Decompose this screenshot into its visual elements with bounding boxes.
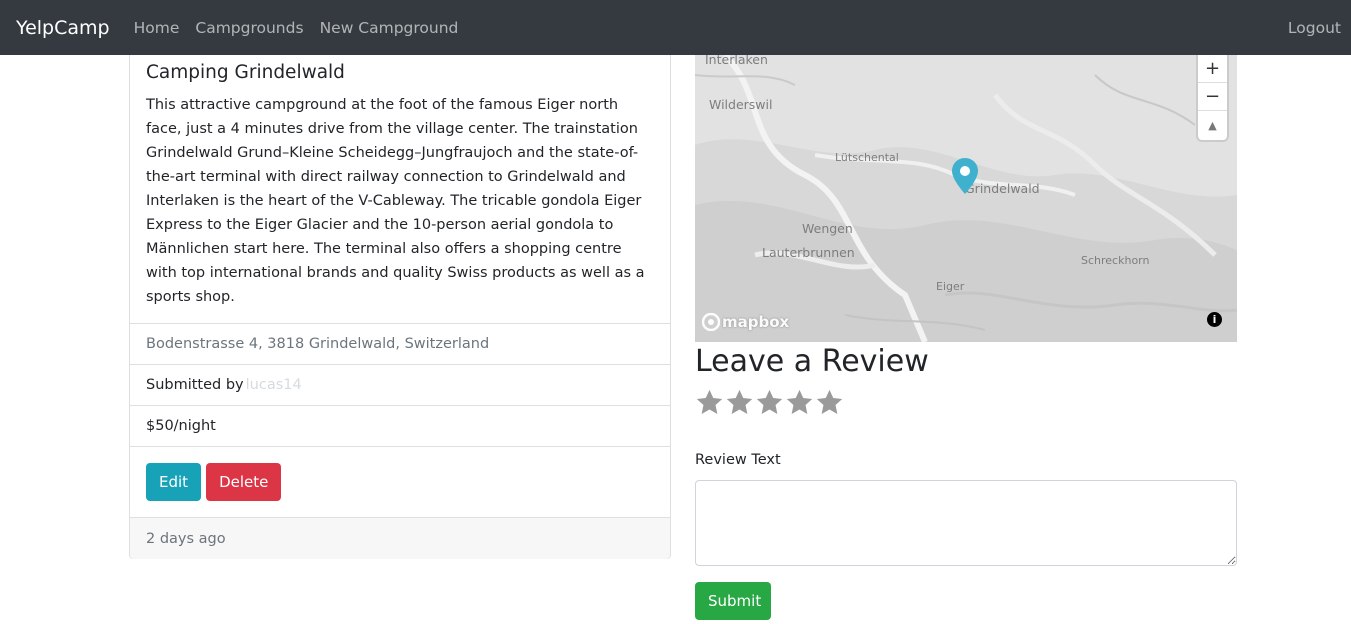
map-label-eiger: Eiger — [936, 280, 965, 293]
card-footer-timestamp: 2 days ago — [130, 518, 670, 559]
review-text-input[interactable] — [695, 480, 1237, 566]
review-title: Leave a Review — [695, 344, 929, 379]
map-marker-icon[interactable] — [951, 157, 979, 195]
review-text-label: Review Text — [695, 452, 781, 468]
campground-description: This attractive campground at the foot o… — [146, 97, 645, 305]
zoom-out-button[interactable]: − — [1198, 83, 1227, 111]
star-icon[interactable] — [815, 388, 844, 417]
edit-button[interactable]: Edit — [146, 463, 202, 501]
compass-button[interactable]: ▲ — [1198, 111, 1227, 139]
star-rating[interactable] — [695, 388, 844, 417]
zoom-in-button[interactable]: + — [1198, 55, 1227, 83]
map[interactable]: Interlaken Wilderswil Lütschental Grinde… — [695, 55, 1237, 342]
brand-logo[interactable]: YelpCamp — [16, 17, 110, 39]
card-actions: Edit Delete — [130, 447, 670, 518]
delete-button[interactable]: Delete — [206, 463, 282, 501]
star-icon[interactable] — [725, 388, 754, 417]
nav-link-logout[interactable]: Logout — [1288, 19, 1341, 37]
campground-price: $50/night — [130, 406, 670, 447]
star-icon[interactable] — [695, 388, 724, 417]
map-label-interlaken: Interlaken — [705, 55, 768, 67]
mapbox-logo-text: mapbox — [722, 313, 790, 331]
map-label-wengen: Wengen — [802, 221, 853, 236]
map-label-lutschental: Lütschental — [835, 151, 899, 164]
navbar: YelpCamp Home Campgrounds New Campground… — [0, 0, 1351, 55]
star-icon[interactable] — [785, 388, 814, 417]
mapbox-logo[interactable]: mapbox — [702, 313, 789, 331]
card-body: Camping Grindelwald This attractive camp… — [130, 55, 670, 324]
submitted-by-label: Submitted by — [146, 377, 244, 393]
submit-button[interactable]: Submit — [695, 582, 771, 620]
campground-card: Camping Grindelwald This attractive camp… — [129, 55, 671, 559]
campground-author: Submitted by lucas14 — [130, 365, 670, 406]
map-terrain — [695, 55, 1237, 342]
mapbox-logo-icon — [702, 313, 720, 331]
submitted-by-username: lucas14 — [245, 377, 302, 393]
map-zoom-controls: + − ▲ — [1198, 55, 1227, 140]
star-icon[interactable] — [755, 388, 784, 417]
map-label-lauterbrunnen: Lauterbrunnen — [762, 245, 855, 260]
campground-title: Camping Grindelwald — [146, 62, 345, 83]
nav-link-home[interactable]: Home — [134, 19, 180, 37]
campground-location: Bodenstrasse 4, 3818 Grindelwald, Switze… — [130, 324, 670, 365]
nav-link-new-campground[interactable]: New Campground — [320, 19, 459, 37]
info-icon[interactable]: i — [1207, 312, 1222, 327]
nav-link-campgrounds[interactable]: Campgrounds — [195, 19, 303, 37]
map-label-wilderswil: Wilderswil — [709, 97, 773, 112]
map-label-schreckhorn: Schreckhorn — [1081, 254, 1150, 267]
